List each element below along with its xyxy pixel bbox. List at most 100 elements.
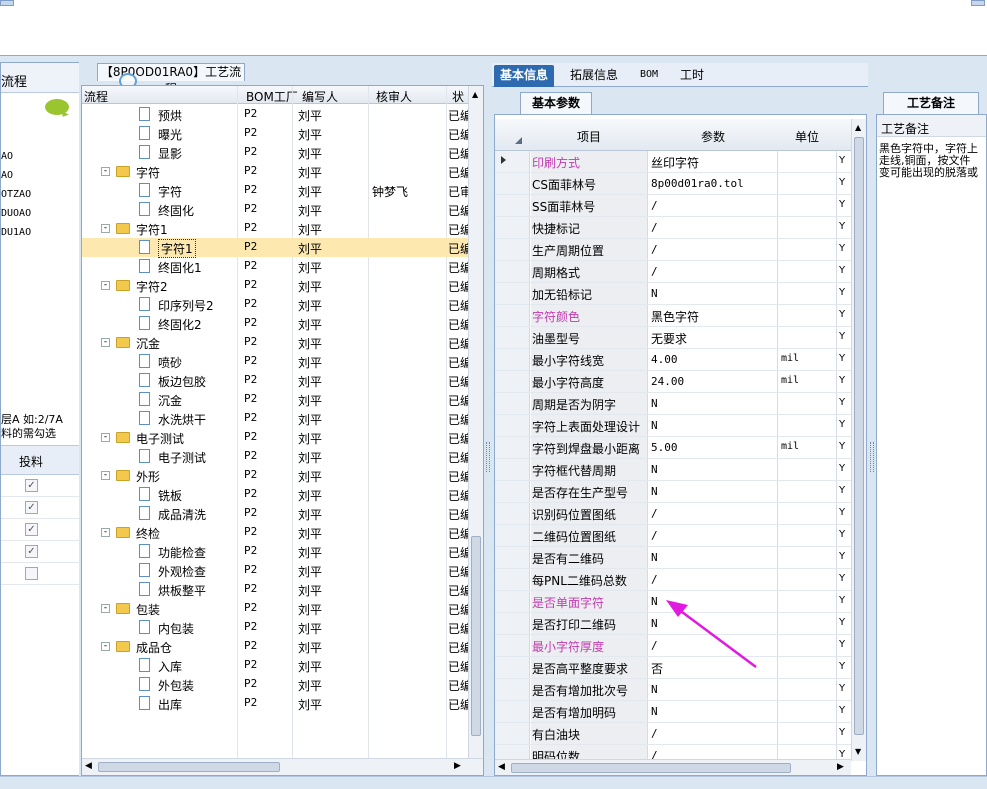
col-author[interactable]: 编写人 [302, 88, 338, 105]
col-factory[interactable]: BOM工厂 [246, 88, 298, 105]
param-value[interactable]: N [649, 415, 778, 436]
tree-row[interactable]: 曝光 P2 刘平 已编 [82, 124, 472, 143]
splitter-grip[interactable] [486, 442, 490, 472]
param-value[interactable]: 4.00 [649, 349, 778, 370]
row-indicator[interactable] [495, 217, 530, 238]
row-indicator[interactable] [495, 723, 530, 744]
param-value[interactable]: N [649, 701, 778, 722]
param-value[interactable]: N [649, 393, 778, 414]
param-row[interactable]: 是否有二维码 N Y [495, 547, 851, 569]
row-indicator[interactable] [495, 525, 530, 546]
tree-row[interactable]: - 字符 P2 刘平 已编 [82, 162, 472, 181]
tree-row[interactable]: 显影 P2 刘平 已编 [82, 143, 472, 162]
collapse-toggle-icon[interactable]: - [101, 281, 110, 290]
scroll-right-icon[interactable]: ▶ [454, 761, 461, 771]
params-vertical-scrollbar[interactable]: ▲ ▼ [851, 119, 866, 761]
param-row[interactable]: 周期是否为阴字 N Y [495, 393, 851, 415]
minimize-button[interactable] [0, 0, 14, 6]
tab-basic-info[interactable]: 基本信息 [494, 65, 555, 87]
tree-row[interactable]: 水洗烘干 P2 刘平 已编 [82, 409, 472, 428]
param-row[interactable]: 每PNL二维码总数 / Y [495, 569, 851, 591]
param-value[interactable]: / [649, 503, 778, 524]
param-row[interactable]: 最小字符线宽 4.00 mil Y [495, 349, 851, 371]
feed-checkbox[interactable]: ✓ [25, 479, 38, 492]
tree-row[interactable]: - 电子测试 P2 刘平 已编 [82, 428, 472, 447]
feed-checkbox[interactable]: ✓ [25, 545, 38, 558]
row-indicator[interactable] [495, 679, 530, 700]
param-value[interactable]: / [649, 569, 778, 590]
row-indicator[interactable] [495, 459, 530, 480]
row-indicator[interactable] [495, 657, 530, 678]
param-value[interactable]: / [649, 195, 778, 216]
basic-params-tab[interactable]: 基本参数 [520, 92, 592, 114]
param-row[interactable]: SS面菲林号 / Y [495, 195, 851, 217]
tree-row[interactable]: - 成品仓 P2 刘平 已编 [82, 637, 472, 656]
row-indicator[interactable] [495, 151, 530, 172]
tree-row[interactable]: 功能检查 P2 刘平 已编 [82, 542, 472, 561]
tree-row[interactable]: 字符1 P2 刘平 已编 [82, 238, 472, 258]
tree-row[interactable]: 出库 P2 刘平 已编 [82, 694, 472, 713]
tree-row[interactable]: 喷砂 P2 刘平 已编 [82, 352, 472, 371]
code-item[interactable]: DU1AO [1, 227, 31, 238]
param-value[interactable]: 丝印字符 [649, 151, 778, 172]
right-splitter[interactable] [868, 62, 876, 776]
tree-row[interactable]: 外观检查 P2 刘平 已编 [82, 561, 472, 580]
tab-work-hours[interactable]: 工时 [674, 65, 710, 87]
tree-row[interactable]: 电子测试 P2 刘平 已编 [82, 447, 472, 466]
row-indicator[interactable] [495, 173, 530, 194]
param-row[interactable]: 字符上表面处理设计 N Y [495, 415, 851, 437]
param-value[interactable]: N [649, 459, 778, 480]
param-row[interactable]: 二维码位置图纸 / Y [495, 525, 851, 547]
collapse-toggle-icon[interactable]: - [101, 642, 110, 651]
param-value[interactable]: / [649, 525, 778, 546]
params-horizontal-scrollbar[interactable]: ◀ ▶ [495, 759, 851, 775]
tree-vertical-scrollbar[interactable]: ▲ [468, 86, 483, 758]
code-item[interactable]: DUOAO [1, 208, 31, 219]
tree-row[interactable]: 入库 P2 刘平 已编 [82, 656, 472, 675]
param-row[interactable]: 加无铅标记 N Y [495, 283, 851, 305]
row-indicator[interactable] [495, 349, 530, 370]
tree-horizontal-scrollbar[interactable]: ◀ ▶ [82, 758, 483, 775]
param-value[interactable]: 24.00 [649, 371, 778, 392]
scroll-thumb[interactable] [854, 137, 864, 735]
param-value[interactable]: / [649, 217, 778, 238]
tree-row[interactable]: 字符 P2 刘平 钟梦飞 已审 [82, 181, 472, 200]
feed-checkbox[interactable] [25, 567, 38, 580]
tree-row[interactable]: 终固化1 P2 刘平 已编 [82, 257, 472, 276]
param-row[interactable]: 印刷方式 丝印字符 Y [495, 151, 851, 173]
code-item[interactable]: AO [1, 170, 13, 181]
tree-row[interactable]: 沉金 P2 刘平 已编 [82, 390, 472, 409]
scroll-left-icon[interactable]: ◀ [85, 761, 92, 771]
process-notes-text[interactable]: 黑色字符中，字符上 走线,铜面，按文件 变可能出现的脱落或 [879, 143, 985, 179]
tree-row[interactable]: - 沉金 P2 刘平 已编 [82, 333, 472, 352]
scroll-up-icon[interactable]: ▲ [472, 90, 478, 99]
scroll-right-icon[interactable]: ▶ [837, 762, 844, 772]
scroll-down-icon[interactable]: ▼ [855, 747, 861, 756]
collapse-toggle-icon[interactable]: - [101, 338, 110, 347]
scroll-up-icon[interactable]: ▲ [855, 123, 861, 132]
collapse-toggle-icon[interactable]: - [101, 604, 110, 613]
feed-checkbox[interactable]: ✓ [25, 523, 38, 536]
param-row[interactable]: 字符到焊盘最小距离 5.00 mil Y [495, 437, 851, 459]
param-value[interactable]: 5.00 [649, 437, 778, 458]
tree-row[interactable]: 成品清洗 P2 刘平 已编 [82, 504, 472, 523]
row-indicator[interactable] [495, 327, 530, 348]
tree-row[interactable]: - 外形 P2 刘平 已编 [82, 466, 472, 485]
chat-bubble-icon[interactable] [45, 99, 69, 115]
param-row[interactable]: 识别码位置图纸 / Y [495, 503, 851, 525]
tree-row[interactable]: 预烘 P2 刘平 已编 [82, 105, 472, 124]
row-indicator[interactable] [495, 283, 530, 304]
tree-row[interactable]: - 包装 P2 刘平 已编 [82, 599, 472, 618]
tree-row[interactable]: 终固化2 P2 刘平 已编 [82, 314, 472, 333]
param-value[interactable]: N [649, 283, 778, 304]
col-reviewer[interactable]: 核审人 [376, 88, 412, 105]
row-indicator[interactable] [495, 305, 530, 326]
row-indicator[interactable] [495, 569, 530, 590]
tree-row[interactable]: 烘板整平 P2 刘平 已编 [82, 580, 472, 599]
tree-row[interactable]: - 终检 P2 刘平 已编 [82, 523, 472, 542]
param-value[interactable]: N [649, 481, 778, 502]
param-row[interactable]: 字符颜色 黑色字符 Y [495, 305, 851, 327]
param-row[interactable]: 油墨型号 无要求 Y [495, 327, 851, 349]
param-row[interactable]: 有白油块 / Y [495, 723, 851, 745]
param-row[interactable]: 是否有增加批次号 N Y [495, 679, 851, 701]
